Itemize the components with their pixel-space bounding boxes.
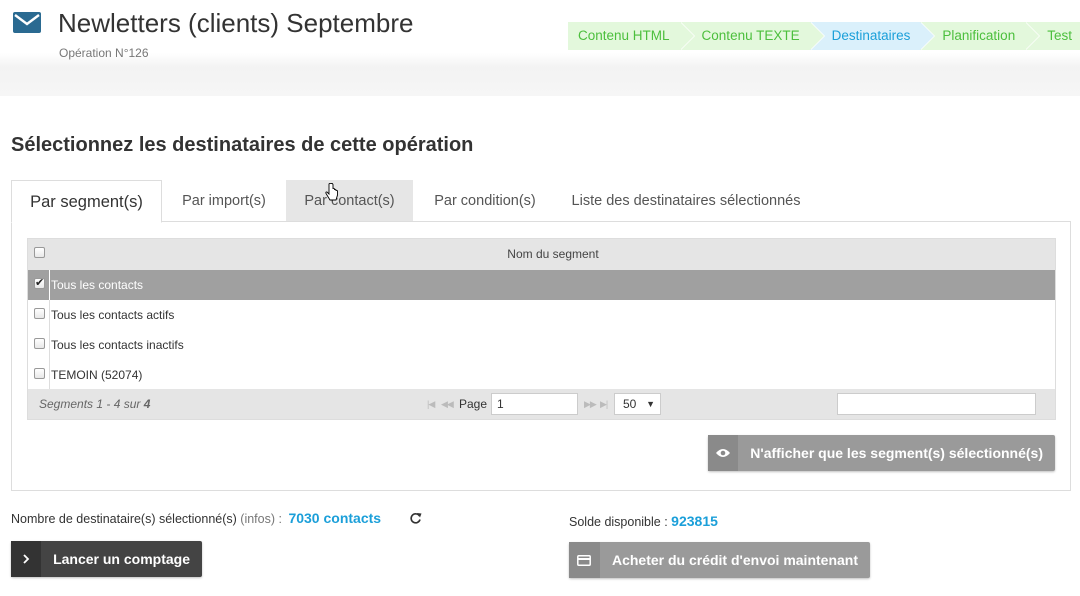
row-separator	[49, 270, 50, 300]
table-row[interactable]: Tous les contacts actifs	[28, 300, 1055, 330]
tab-par-imports[interactable]: Par import(s)	[163, 180, 285, 222]
segment-name: Tous les contacts	[51, 278, 144, 292]
hand-cursor-icon	[325, 183, 338, 201]
page-title: Newletters (clients) Septembre	[58, 8, 414, 38]
page-label: Page	[459, 397, 488, 411]
tab-par-contacts[interactable]: Par contact(s)	[286, 180, 413, 222]
row-separator	[49, 360, 50, 390]
row-checkbox[interactable]	[34, 368, 45, 379]
grid-pager: Segments 1 - 4 sur 4 |◀ ◀◀ Page 1 ▶▶ ▶| …	[28, 389, 1055, 419]
step-contenu-texte[interactable]: Contenu TEXTE	[679, 22, 825, 50]
records-count: Segments 1 - 4 sur 4	[39, 397, 151, 411]
acheter-credit-button[interactable]: Acheter du crédit d'envoi maintenant	[569, 542, 870, 578]
lancer-comptage-button[interactable]: Lancer un comptage	[11, 541, 202, 577]
solde-value: 923815	[671, 513, 718, 529]
solde-disponible: Solde disponible : 923815	[569, 513, 718, 529]
eye-icon	[708, 435, 739, 471]
segments-grid: Nom du segment Tous les contacts Tous le…	[27, 238, 1056, 420]
envelope-icon	[13, 12, 41, 33]
last-page-icon[interactable]: ▶|	[600, 389, 608, 419]
row-checkbox[interactable]	[34, 338, 45, 349]
recipients-infos-link[interactable]: (infos) :	[240, 512, 282, 526]
page-header: Newletters (clients) Septembre Opération…	[0, 0, 1080, 96]
tab-par-segments[interactable]: Par segment(s)	[11, 180, 162, 223]
section-title: Sélectionnez les destinataires de cette …	[11, 134, 474, 156]
show-selected-segments-label: N'afficher que les segment(s) sélectionn…	[750, 445, 1043, 461]
table-row[interactable]: Tous les contacts	[28, 270, 1055, 300]
tab-par-conditions[interactable]: Par condition(s)	[414, 180, 556, 222]
recipients-value: 7030 contacts	[288, 510, 382, 526]
row-separator	[49, 330, 50, 360]
column-header-nom-segment[interactable]: Nom du segment	[28, 239, 1078, 270]
acheter-credit-label: Acheter du crédit d'envoi maintenant	[611, 552, 858, 568]
credit-card-icon	[569, 542, 600, 578]
chevron-down-icon: ▼	[646, 399, 655, 409]
solde-label: Solde disponible :	[569, 515, 668, 529]
lancer-comptage-label: Lancer un comptage	[53, 551, 190, 567]
next-page-icon[interactable]: ▶▶	[584, 389, 597, 419]
row-checkbox[interactable]	[34, 308, 45, 319]
page-size-select[interactable]: 50 ▼	[614, 393, 661, 415]
segment-name: TEMOIN (52074)	[51, 368, 143, 382]
wizard-steps: Contenu HTML Contenu TEXTE Destinataires…	[568, 22, 1080, 50]
step-contenu-html[interactable]: Contenu HTML	[568, 22, 695, 50]
recipients-label: Nombre de destinataire(s) sélectionné(s)	[11, 512, 237, 526]
step-planification[interactable]: Planification	[920, 22, 1040, 50]
row-checkbox[interactable]	[34, 276, 45, 289]
grid-header: Nom du segment	[28, 239, 1055, 270]
refresh-icon[interactable]	[409, 512, 422, 525]
row-separator	[49, 300, 50, 330]
segment-name: Tous les contacts actifs	[51, 308, 175, 322]
table-row[interactable]: TEMOIN (52074)	[28, 360, 1055, 390]
tab-liste-destinataires[interactable]: Liste des destinataires sélectionnés	[557, 180, 815, 222]
prev-page-icon[interactable]: ◀◀	[441, 389, 454, 419]
page-size-value: 50	[623, 397, 637, 411]
chevron-right-icon	[11, 541, 42, 577]
operation-number: Opération N°126	[59, 46, 149, 60]
step-destinataires[interactable]: Destinataires	[809, 22, 936, 50]
table-row[interactable]: Tous les contacts inactifs	[28, 330, 1055, 360]
segment-name: Tous les contacts inactifs	[51, 338, 184, 352]
recipients-count: Nombre de destinataire(s) sélectionné(s)…	[11, 510, 381, 526]
show-selected-segments-button[interactable]: N'afficher que les segment(s) sélectionn…	[708, 435, 1055, 471]
grid-search-input[interactable]	[837, 393, 1036, 415]
page-input[interactable]: 1	[491, 393, 578, 415]
first-page-icon[interactable]: |◀	[427, 389, 435, 419]
